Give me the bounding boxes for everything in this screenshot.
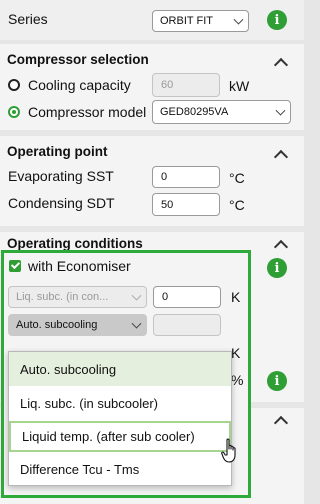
economiser-checkbox[interactable] xyxy=(9,260,21,272)
dropdown-option-liq-subc[interactable]: Liq. subc. (in subcooler) xyxy=(9,387,231,420)
subcooling-mode-select-1[interactable]: Liq. subc. (in con... xyxy=(8,286,147,308)
dropdown-option-label: Difference Tcu - Tms xyxy=(20,462,140,477)
radio-cooling-capacity[interactable] xyxy=(8,79,20,91)
info-icon[interactable]: i xyxy=(267,371,287,391)
series-label: Series xyxy=(8,11,48,27)
subcooling-mode-select-2[interactable]: Auto. subcooling xyxy=(8,314,147,336)
subcooling-value-input-1[interactable]: 0 xyxy=(153,286,221,308)
compressor-selection-title: Compressor selection xyxy=(7,52,149,67)
evaporating-sst-input[interactable]: 0 xyxy=(152,166,220,188)
series-select-value: ORBIT FIT xyxy=(160,15,213,27)
evaporating-sst-unit: °C xyxy=(229,170,245,186)
chevron-down-icon xyxy=(131,290,142,301)
subcooling-unit-1: K xyxy=(231,289,241,305)
dropdown-option-liquid-temp[interactable]: Liquid temp. (after sub cooler) xyxy=(9,421,231,452)
operating-conditions-title: Operating conditions xyxy=(7,236,143,251)
compressor-model-select[interactable]: GED80295VA xyxy=(152,100,291,124)
chevron-down-icon xyxy=(275,105,286,116)
evaporating-sst-label: Evaporating SST xyxy=(8,168,114,184)
subcooling-dropdown-list: Auto. subcooling Liq. subc. (in subcoole… xyxy=(8,351,232,486)
subcooling-mode-select-1-value: Liq. subc. (in con... xyxy=(16,291,109,303)
dropdown-option-label: Auto. subcooling xyxy=(20,361,117,377)
unit-percent-row4: % xyxy=(231,372,244,388)
radio-compressor-model[interactable] xyxy=(8,106,20,118)
condensing-sdt-unit: °C xyxy=(229,197,245,213)
chevron-down-icon xyxy=(233,14,244,25)
hand-pointer-icon xyxy=(221,438,236,463)
info-icon[interactable]: i xyxy=(267,10,287,30)
economiser-label: with Economiser xyxy=(28,258,131,274)
condensing-sdt-input[interactable]: 50 xyxy=(152,193,220,216)
dropdown-option-auto-subcooling[interactable]: Auto. subcooling xyxy=(9,352,231,386)
info-icon[interactable]: i xyxy=(267,258,287,278)
series-select[interactable]: ORBIT FIT xyxy=(152,10,249,32)
subcooling-mode-select-2-value: Auto. subcooling xyxy=(16,319,98,331)
compressor-model-value: GED80295VA xyxy=(160,106,229,118)
operating-point-title: Operating point xyxy=(7,144,108,159)
compressor-model-label: Compressor model xyxy=(28,104,147,120)
dropdown-option-label: Liq. subc. (in subcooler) xyxy=(20,396,159,411)
unit-k-row3: K xyxy=(231,345,241,361)
cooling-capacity-input[interactable]: 60 xyxy=(152,73,220,97)
cooling-capacity-unit: kW xyxy=(229,78,250,94)
subcooling-value-input-2[interactable] xyxy=(153,314,221,336)
condensing-sdt-label: Condensing SDT xyxy=(8,195,115,211)
cooling-capacity-label: Cooling capacity xyxy=(28,77,131,93)
chevron-down-icon xyxy=(131,318,142,329)
dropdown-option-difference[interactable]: Difference Tcu - Tms xyxy=(9,453,231,486)
dropdown-option-label: Liquid temp. (after sub cooler) xyxy=(22,429,195,444)
